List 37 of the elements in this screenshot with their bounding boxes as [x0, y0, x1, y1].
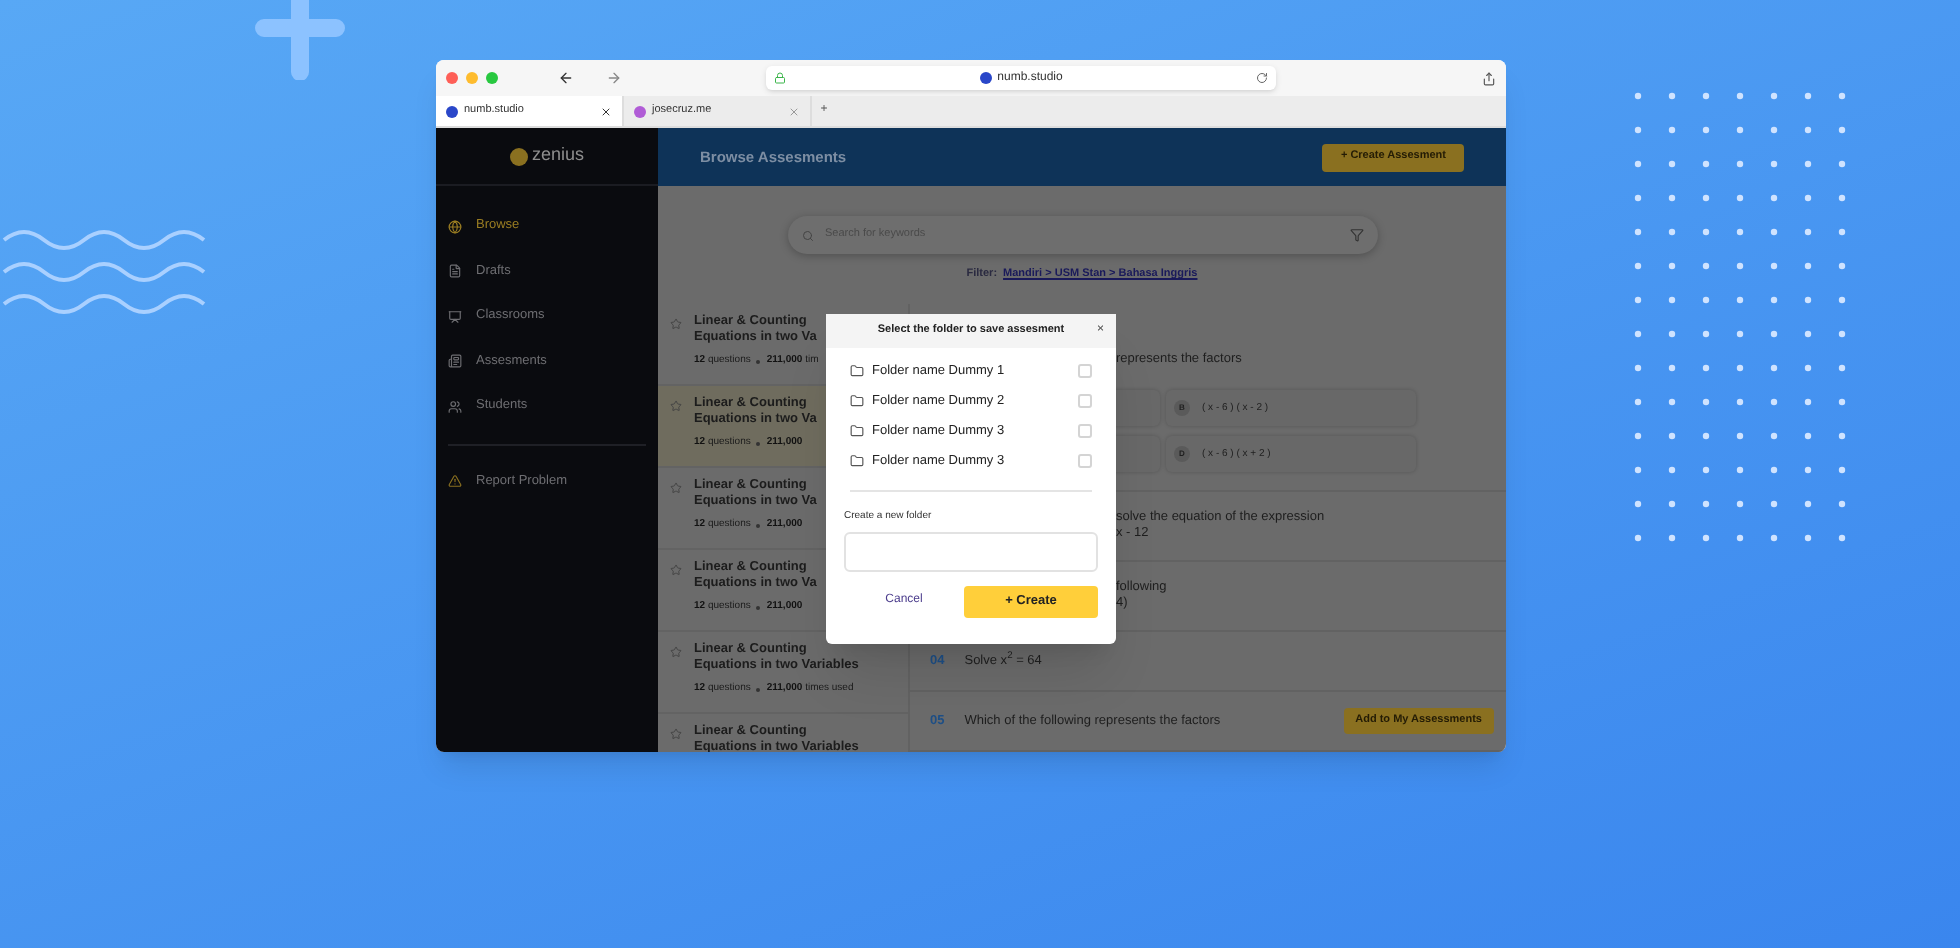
- close-window-icon[interactable]: [446, 72, 458, 84]
- share-icon[interactable]: [1482, 71, 1496, 85]
- nav-icon: [448, 309, 462, 324]
- star-icon[interactable]: [670, 564, 682, 577]
- nav-icon: [448, 354, 462, 369]
- back-icon[interactable]: [558, 70, 574, 86]
- folder-checkbox[interactable]: [1078, 394, 1092, 408]
- folder-icon: [850, 454, 864, 468]
- star-icon[interactable]: [670, 482, 682, 495]
- star-icon[interactable]: [670, 318, 682, 331]
- folder-checkbox[interactable]: [1078, 424, 1092, 438]
- maximize-window-icon[interactable]: [486, 72, 498, 84]
- search-icon: [801, 229, 813, 241]
- folder-checkbox[interactable]: [1078, 454, 1092, 468]
- folder-icon: [850, 364, 864, 378]
- lock-icon: [774, 72, 786, 84]
- nav-icon: [448, 219, 462, 234]
- tab-favicon: [446, 105, 458, 117]
- nav-icon: [448, 264, 462, 279]
- logo-text: zenius: [531, 142, 584, 169]
- logo-icon: [509, 147, 528, 165]
- new-folder-input[interactable]: [844, 531, 1098, 571]
- star-icon[interactable]: [670, 728, 682, 741]
- folder-icon: [850, 394, 864, 408]
- minimize-window-icon[interactable]: [466, 72, 478, 84]
- folder-icon: [850, 424, 864, 438]
- site-favicon: [979, 72, 992, 84]
- nav-icon: [448, 399, 462, 414]
- forward-icon[interactable]: [606, 70, 622, 86]
- reload-icon[interactable]: [1256, 72, 1268, 84]
- tab-favicon: [634, 105, 646, 117]
- star-icon[interactable]: [670, 400, 682, 413]
- filter-icon[interactable]: [1349, 228, 1363, 242]
- close-tab-icon[interactable]: [600, 105, 612, 117]
- star-icon[interactable]: [670, 646, 682, 659]
- folder-checkbox[interactable]: [1078, 364, 1092, 378]
- warning-icon: [448, 474, 462, 488]
